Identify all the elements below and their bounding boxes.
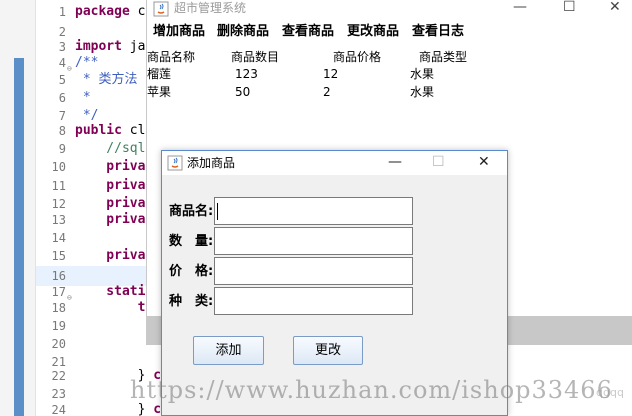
quantity-label: 数 量: [169, 234, 214, 249]
product-name-input[interactable] [214, 197, 413, 225]
line-number: 18 [51, 301, 66, 315]
line-number: 11 [51, 179, 66, 193]
category-input[interactable] [214, 287, 413, 315]
code-token: stati [75, 284, 146, 299]
menu-bar: 增加商品 删除商品 查看商品 更改商品 查看日志 [147, 20, 632, 44]
code-token: import [75, 39, 122, 54]
line-number: 15 [51, 249, 66, 263]
code-token: /** [75, 55, 99, 70]
close-button[interactable]: ✕ [609, 0, 621, 14]
line-number: 20 [51, 337, 66, 351]
code-text: priva [75, 210, 145, 230]
menu-update-product[interactable]: 更改商品 [347, 23, 399, 41]
column-header-price: 商品价格 [333, 50, 382, 64]
line-number: 9 [58, 142, 66, 156]
code-token: priva [75, 178, 146, 193]
table-cell: 2 [323, 85, 331, 99]
menu-delete-product[interactable]: 删除商品 [217, 23, 269, 41]
dialog-title: 添加商品 [187, 156, 236, 170]
change-marker-bar [14, 58, 24, 416]
code-token: ja [121, 39, 146, 54]
text-caret [217, 203, 218, 220]
code-token: package [75, 4, 130, 19]
code-token: priva [75, 212, 146, 227]
line-number: 1 [58, 5, 66, 19]
menu-view-log[interactable]: 查看日志 [412, 23, 464, 41]
line-number: 8 [58, 124, 66, 138]
java-app-icon [167, 155, 183, 171]
java-app-icon [153, 1, 169, 17]
dialog-close-button[interactable]: ✕ [478, 155, 490, 169]
add-button[interactable]: 添加 [193, 336, 264, 365]
table-cell: 50 [235, 85, 251, 99]
table-cell: 苹果 [147, 85, 172, 99]
code-token: c [129, 4, 146, 19]
dialog-maximize-button: ☐ [432, 154, 445, 170]
code-token: * 类方法 [75, 72, 138, 87]
code-token: //sql [75, 141, 146, 156]
price-label: 价 格: [169, 264, 214, 279]
dialog-titlebar[interactable]: 添加商品 — ☐ ✕ [162, 151, 507, 175]
menu-view-product[interactable]: 查看商品 [282, 23, 334, 41]
code-token: priva [75, 159, 146, 174]
code-token: * [75, 90, 91, 105]
code-text: public cl [75, 121, 145, 141]
update-button[interactable]: 更改 [293, 336, 363, 365]
code-text: priva [75, 246, 145, 266]
product-name-label: 商品名: [169, 204, 214, 219]
line-number: 24 [51, 403, 66, 416]
code-text: package c [75, 2, 145, 22]
watermark: https://www.huzhan.com/ishop33466 [130, 376, 613, 404]
code-text: priva [75, 176, 145, 196]
code-token: priva [75, 196, 146, 211]
code-text: //sql [75, 139, 145, 159]
line-number: 13 [51, 213, 66, 227]
table-cell: 12 [323, 67, 339, 81]
column-header-name: 商品名称 [147, 50, 196, 64]
code-text: priva [75, 157, 145, 177]
table-cell: 123 [235, 67, 258, 81]
maximize-button[interactable]: ☐ [563, 0, 576, 14]
main-window-title: 超市管理系统 [174, 1, 247, 15]
watermark-side: qgqq [596, 386, 624, 399]
line-number: 6 [58, 91, 66, 105]
category-label: 种 类: [169, 294, 214, 309]
quantity-input[interactable] [214, 227, 413, 255]
editor-overview-ruler [0, 0, 36, 416]
code-token: } [75, 402, 154, 416]
price-input[interactable] [214, 257, 413, 285]
column-header-count: 商品数目 [231, 50, 280, 64]
code-token: c [153, 402, 162, 416]
dialog-minimize-button[interactable]: — [388, 155, 402, 169]
line-number: 5 [58, 73, 66, 87]
code-token: public [75, 123, 122, 138]
code-token: priva [75, 248, 146, 263]
table-cell: 水果 [410, 67, 435, 81]
code-token: t [75, 300, 146, 315]
table-cell: 榴莲 [147, 67, 172, 81]
code-token: cl [121, 123, 146, 138]
line-number: 10 [51, 160, 66, 174]
code-text: * 类方法 [75, 70, 138, 90]
line-number: 22 [51, 369, 66, 383]
column-header-type: 商品类型 [419, 50, 468, 64]
main-window-titlebar[interactable]: 超市管理系统 — ☐ ✕ [147, 0, 632, 18]
line-number: 14 [51, 231, 66, 245]
line-number: 19 [51, 319, 66, 333]
menu-add-product[interactable]: 增加商品 [153, 23, 205, 41]
code-text: * [75, 88, 91, 108]
minimize-button[interactable]: — [513, 0, 527, 14]
code-text: t [75, 298, 146, 318]
table-cell: 水果 [410, 85, 435, 99]
